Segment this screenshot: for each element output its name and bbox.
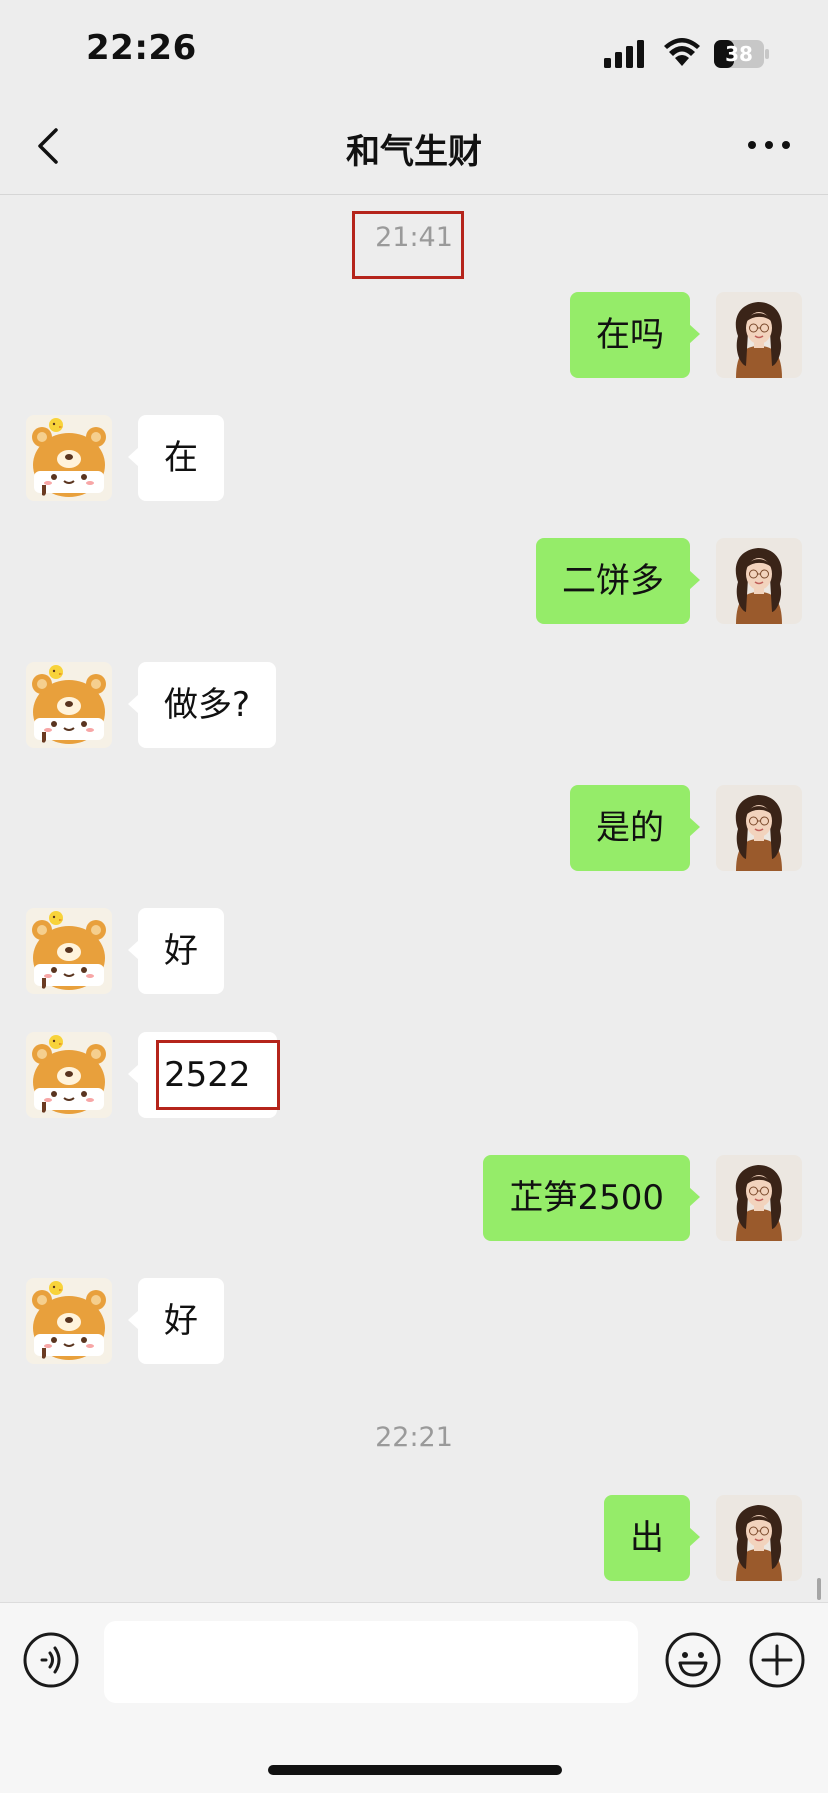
chat-title: 和气生财 xyxy=(346,132,482,172)
contact-avatar[interactable] xyxy=(26,1278,112,1364)
contact-avatar[interactable] xyxy=(26,1032,112,1118)
timestamp: 22:21 xyxy=(375,1422,453,1453)
signal-icon xyxy=(604,40,644,68)
incoming-message[interactable]: 好 xyxy=(128,1278,224,1364)
emoji-icon[interactable] xyxy=(664,1631,722,1689)
outgoing-message[interactable]: 芷笋2500 xyxy=(483,1155,700,1241)
input-bar xyxy=(0,1602,828,1793)
message-input[interactable] xyxy=(104,1621,638,1703)
more-dots-icon[interactable] xyxy=(746,130,792,160)
incoming-message[interactable]: 2522 xyxy=(128,1032,277,1118)
voice-icon[interactable] xyxy=(22,1631,80,1689)
self-avatar[interactable] xyxy=(716,538,802,624)
outgoing-message[interactable]: 二饼多 xyxy=(536,538,700,624)
incoming-message[interactable]: 在 xyxy=(128,415,224,501)
self-avatar[interactable] xyxy=(716,1155,802,1241)
home-indicator[interactable] xyxy=(268,1765,562,1775)
battery-level: 38 xyxy=(725,42,753,66)
incoming-message[interactable]: 好 xyxy=(128,908,224,994)
status-time: 22:26 xyxy=(86,28,197,68)
plus-icon[interactable] xyxy=(748,1631,806,1689)
contact-avatar[interactable] xyxy=(26,662,112,748)
contact-avatar[interactable] xyxy=(26,908,112,994)
nav-bar: 和气生财 xyxy=(0,98,828,195)
contact-avatar[interactable] xyxy=(26,415,112,501)
self-avatar[interactable] xyxy=(716,1495,802,1581)
wifi-icon xyxy=(664,38,700,66)
outgoing-message[interactable]: 出 xyxy=(604,1495,700,1581)
chat-screen: 22:26 38 和气生财 21:41 在吗 在 二饼多 做多? 是的 好 25… xyxy=(0,0,828,1793)
incoming-message[interactable]: 做多? xyxy=(127,662,277,748)
self-avatar[interactable] xyxy=(716,292,802,378)
outgoing-message[interactable]: 在吗 xyxy=(570,292,700,378)
self-avatar[interactable] xyxy=(716,785,802,871)
scroll-indicator[interactable] xyxy=(817,1578,821,1600)
battery-icon: 38 xyxy=(714,40,770,68)
timestamp: 21:41 xyxy=(375,222,453,253)
outgoing-message[interactable]: 是的 xyxy=(570,785,700,871)
